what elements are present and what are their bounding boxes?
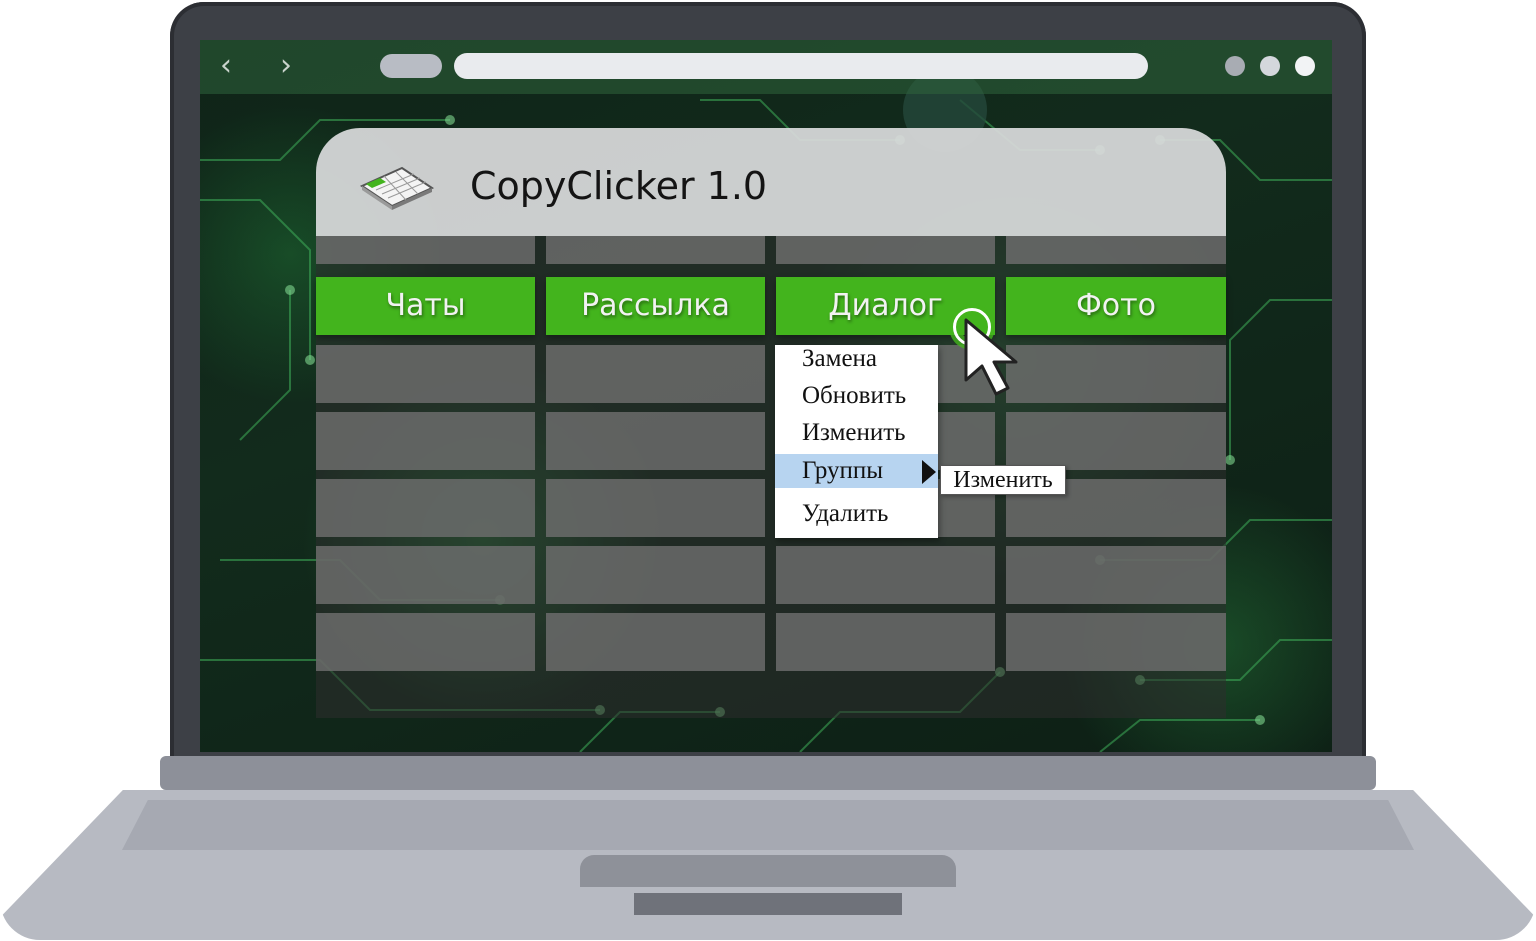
table-cell bbox=[546, 236, 765, 264]
laptop-touchpad bbox=[580, 855, 956, 887]
table-cell[interactable] bbox=[316, 345, 535, 403]
table-cell[interactable] bbox=[546, 613, 765, 671]
table-cell[interactable] bbox=[546, 546, 765, 604]
table-cell[interactable] bbox=[546, 345, 765, 403]
table-cell[interactable] bbox=[316, 412, 535, 470]
window-control-dot[interactable] bbox=[1295, 56, 1315, 76]
submenu-item-edit[interactable]: Изменить bbox=[940, 465, 1066, 495]
table-cell[interactable] bbox=[316, 546, 535, 604]
table-cell[interactable] bbox=[316, 613, 535, 671]
table-cell bbox=[776, 236, 995, 264]
app-title: CopyClicker 1.0 bbox=[470, 164, 768, 208]
table-cell[interactable] bbox=[1006, 613, 1226, 671]
menu-item-refresh[interactable]: Обновить bbox=[775, 379, 938, 413]
table-cell[interactable] bbox=[546, 412, 765, 470]
laptop-base-notch bbox=[634, 893, 902, 915]
mouse-pointer-icon bbox=[964, 318, 1018, 396]
tab-chats[interactable]: Чаты bbox=[316, 277, 535, 335]
table-cell[interactable] bbox=[776, 613, 995, 671]
laptop-keyboard-deck bbox=[122, 800, 1414, 850]
laptop-hinge bbox=[160, 756, 1376, 790]
window-control-dot[interactable] bbox=[1225, 56, 1245, 76]
table-cell[interactable] bbox=[1006, 412, 1226, 470]
menu-item-groups[interactable]: Группы bbox=[775, 454, 938, 488]
spreadsheet-icon bbox=[359, 166, 435, 210]
table-cell[interactable] bbox=[1006, 546, 1226, 604]
table-cell bbox=[1006, 236, 1226, 264]
menu-item-replace[interactable]: Замена bbox=[775, 342, 938, 376]
window-control-dot[interactable] bbox=[1260, 56, 1280, 76]
table-cell bbox=[316, 236, 535, 264]
context-menu: Замена Обновить Изменить Группы Удалить bbox=[775, 345, 938, 538]
table-cell[interactable] bbox=[316, 479, 535, 537]
submenu-arrow-icon bbox=[922, 460, 936, 484]
chevron-left-icon[interactable]: ‹ bbox=[211, 49, 241, 83]
menu-item-delete[interactable]: Удалить bbox=[775, 497, 938, 531]
table-cell[interactable] bbox=[546, 479, 765, 537]
menu-item-edit[interactable]: Изменить bbox=[775, 416, 938, 450]
tab-mailing[interactable]: Рассылка bbox=[546, 277, 765, 335]
table-cell[interactable] bbox=[776, 546, 995, 604]
chevron-right-icon[interactable]: › bbox=[271, 49, 301, 83]
app-header bbox=[316, 128, 1226, 236]
browser-tab[interactable] bbox=[380, 54, 442, 78]
address-bar[interactable] bbox=[454, 53, 1148, 79]
